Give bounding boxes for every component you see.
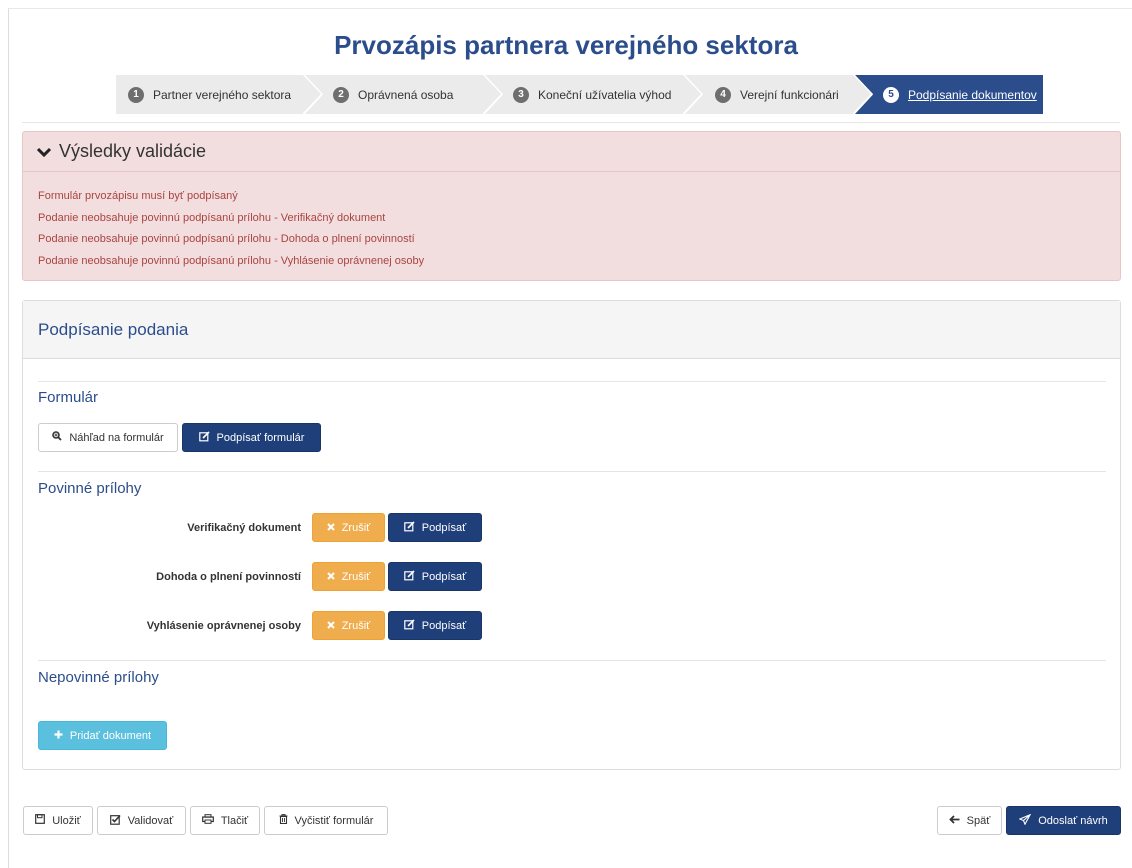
step-label: Koneční užívatelia výhod	[538, 87, 672, 102]
validation-message: Podanie neobsahuje povinnú podpísanú prí…	[38, 254, 425, 267]
step-label: Verejní funkcionári	[740, 87, 839, 102]
sign-label: Podpísať	[421, 570, 467, 583]
step-number: 1	[128, 86, 144, 103]
step-number: 5	[883, 86, 899, 103]
close-icon	[326, 522, 335, 534]
sign-form-label: Podpísať formulár	[216, 431, 305, 444]
validation-panel: Výsledky validácie Formulár prvozápisu m…	[22, 131, 1121, 281]
signing-panel-title: Podpísanie podania	[23, 301, 1120, 359]
validation-message: Podanie neobsahuje povinnú podpísanú prí…	[38, 211, 386, 224]
step-label: Podpísanie dokumentov	[908, 87, 1037, 102]
step-label: Oprávnená osoba	[358, 87, 454, 102]
step-number: 2	[333, 86, 349, 103]
wizard-steps: 1 Partner verejného sektora 2 Oprávnená …	[116, 75, 1043, 114]
edit-icon	[198, 430, 210, 445]
add-document-button[interactable]: Pridať dokument	[38, 721, 167, 750]
cancel-button[interactable]: Zrušiť	[312, 611, 385, 640]
zoom-in-icon	[52, 431, 62, 444]
header-divider	[22, 122, 1120, 123]
sign-attachment-button[interactable]: Podpísať	[388, 513, 482, 542]
wizard-step-5-active[interactable]: 5 Podpísanie dokumentov	[855, 75, 1043, 114]
sign-form-button[interactable]: Podpísať formulár	[182, 423, 321, 452]
clear-form-button[interactable]: Vyčistiť formulár	[264, 806, 388, 835]
submit-label: Odoslať návrh	[1038, 814, 1108, 827]
attachment-label-text: Vyhlásenie oprávnenej osoby	[146, 619, 301, 632]
step-number: 3	[513, 86, 529, 103]
attachment-label: Verifikačný dokument	[23, 513, 301, 542]
page-title: Prvozápis partnera verejného sektora	[334, 30, 798, 60]
sign-label: Podpísať	[421, 619, 467, 632]
close-icon	[326, 620, 335, 632]
edit-icon	[403, 520, 415, 535]
form-section-title: Formulár	[38, 389, 99, 406]
attachment-label: Dohoda o plnení povinností	[23, 562, 301, 591]
step-number: 4	[715, 86, 731, 103]
save-button[interactable]: Uložiť	[23, 806, 93, 835]
preview-form-label: Náhľad na formulár	[69, 431, 164, 444]
print-label: Tlačiť	[220, 814, 249, 827]
attachment-label: Vyhlásenie oprávnenej osoby	[23, 611, 301, 640]
wizard-step-1[interactable]: 1 Partner verejného sektora	[116, 75, 323, 114]
print-button[interactable]: Tlačiť	[190, 806, 260, 835]
cancel-label: Zrušiť	[341, 570, 371, 583]
optional-section-title: Nepovinné prílohy	[38, 669, 159, 686]
validation-messages: Formulár prvozápisu musí byť podpísaný P…	[23, 172, 1120, 272]
save-label: Uložiť	[52, 814, 81, 827]
validation-message: Podanie neobsahuje povinnú podpísanú prí…	[38, 233, 415, 245]
cancel-button[interactable]: Zrušiť	[312, 562, 385, 591]
validate-label: Validovať	[127, 814, 174, 827]
wizard-step-2[interactable]: 2 Oprávnená osoba	[305, 75, 503, 114]
section-divider	[38, 660, 1106, 661]
submit-button[interactable]: Odoslať návrh	[1006, 806, 1121, 835]
print-icon	[201, 814, 214, 827]
back-button[interactable]: Späť	[937, 806, 1002, 835]
close-icon	[326, 571, 335, 583]
chevron-down-icon	[36, 144, 52, 160]
attachment-label-text: Dohoda o plnení povinností	[156, 570, 301, 583]
section-divider	[38, 381, 1106, 382]
signing-panel: Podpísanie podania Formulár Náhľad na fo…	[22, 300, 1121, 770]
validate-button[interactable]: Validovať	[97, 806, 186, 835]
required-section-title: Povinné prílohy	[38, 480, 142, 497]
wizard-step-4[interactable]: 4 Verejní funkcionári	[685, 75, 873, 114]
wizard-step-3[interactable]: 3 Koneční užívatelia výhod	[485, 75, 703, 114]
paper-plane-icon	[1018, 813, 1032, 828]
plus-icon	[54, 730, 63, 742]
sign-attachment-button[interactable]: Podpísať	[388, 562, 482, 591]
cancel-label: Zrušiť	[341, 619, 371, 632]
back-label: Späť	[966, 814, 991, 827]
edit-icon	[403, 569, 415, 584]
check-square-icon	[109, 814, 121, 828]
arrow-left-icon	[948, 814, 960, 827]
sign-label: Podpísať	[421, 521, 467, 534]
validation-header[interactable]: Výsledky validácie	[23, 132, 1120, 172]
preview-form-button[interactable]: Náhľad na formulár	[38, 423, 178, 452]
section-divider	[38, 471, 1106, 472]
add-document-label: Pridať dokument	[69, 729, 152, 742]
edit-icon	[403, 618, 415, 633]
cancel-button[interactable]: Zrušiť	[312, 513, 385, 542]
attachment-label-text: Verifikačný dokument	[187, 521, 301, 534]
trash-icon	[279, 814, 288, 827]
cancel-label: Zrušiť	[341, 521, 371, 534]
step-label: Partner verejného sektora	[153, 87, 292, 102]
floppy-disk-icon	[35, 814, 46, 827]
validation-title: Výsledky validácie	[59, 141, 207, 161]
validation-message: Formulár prvozápisu musí byť podpísaný	[38, 190, 238, 202]
sign-attachment-button[interactable]: Podpísať	[388, 611, 482, 640]
clear-form-label: Vyčistiť formulár	[294, 814, 374, 827]
